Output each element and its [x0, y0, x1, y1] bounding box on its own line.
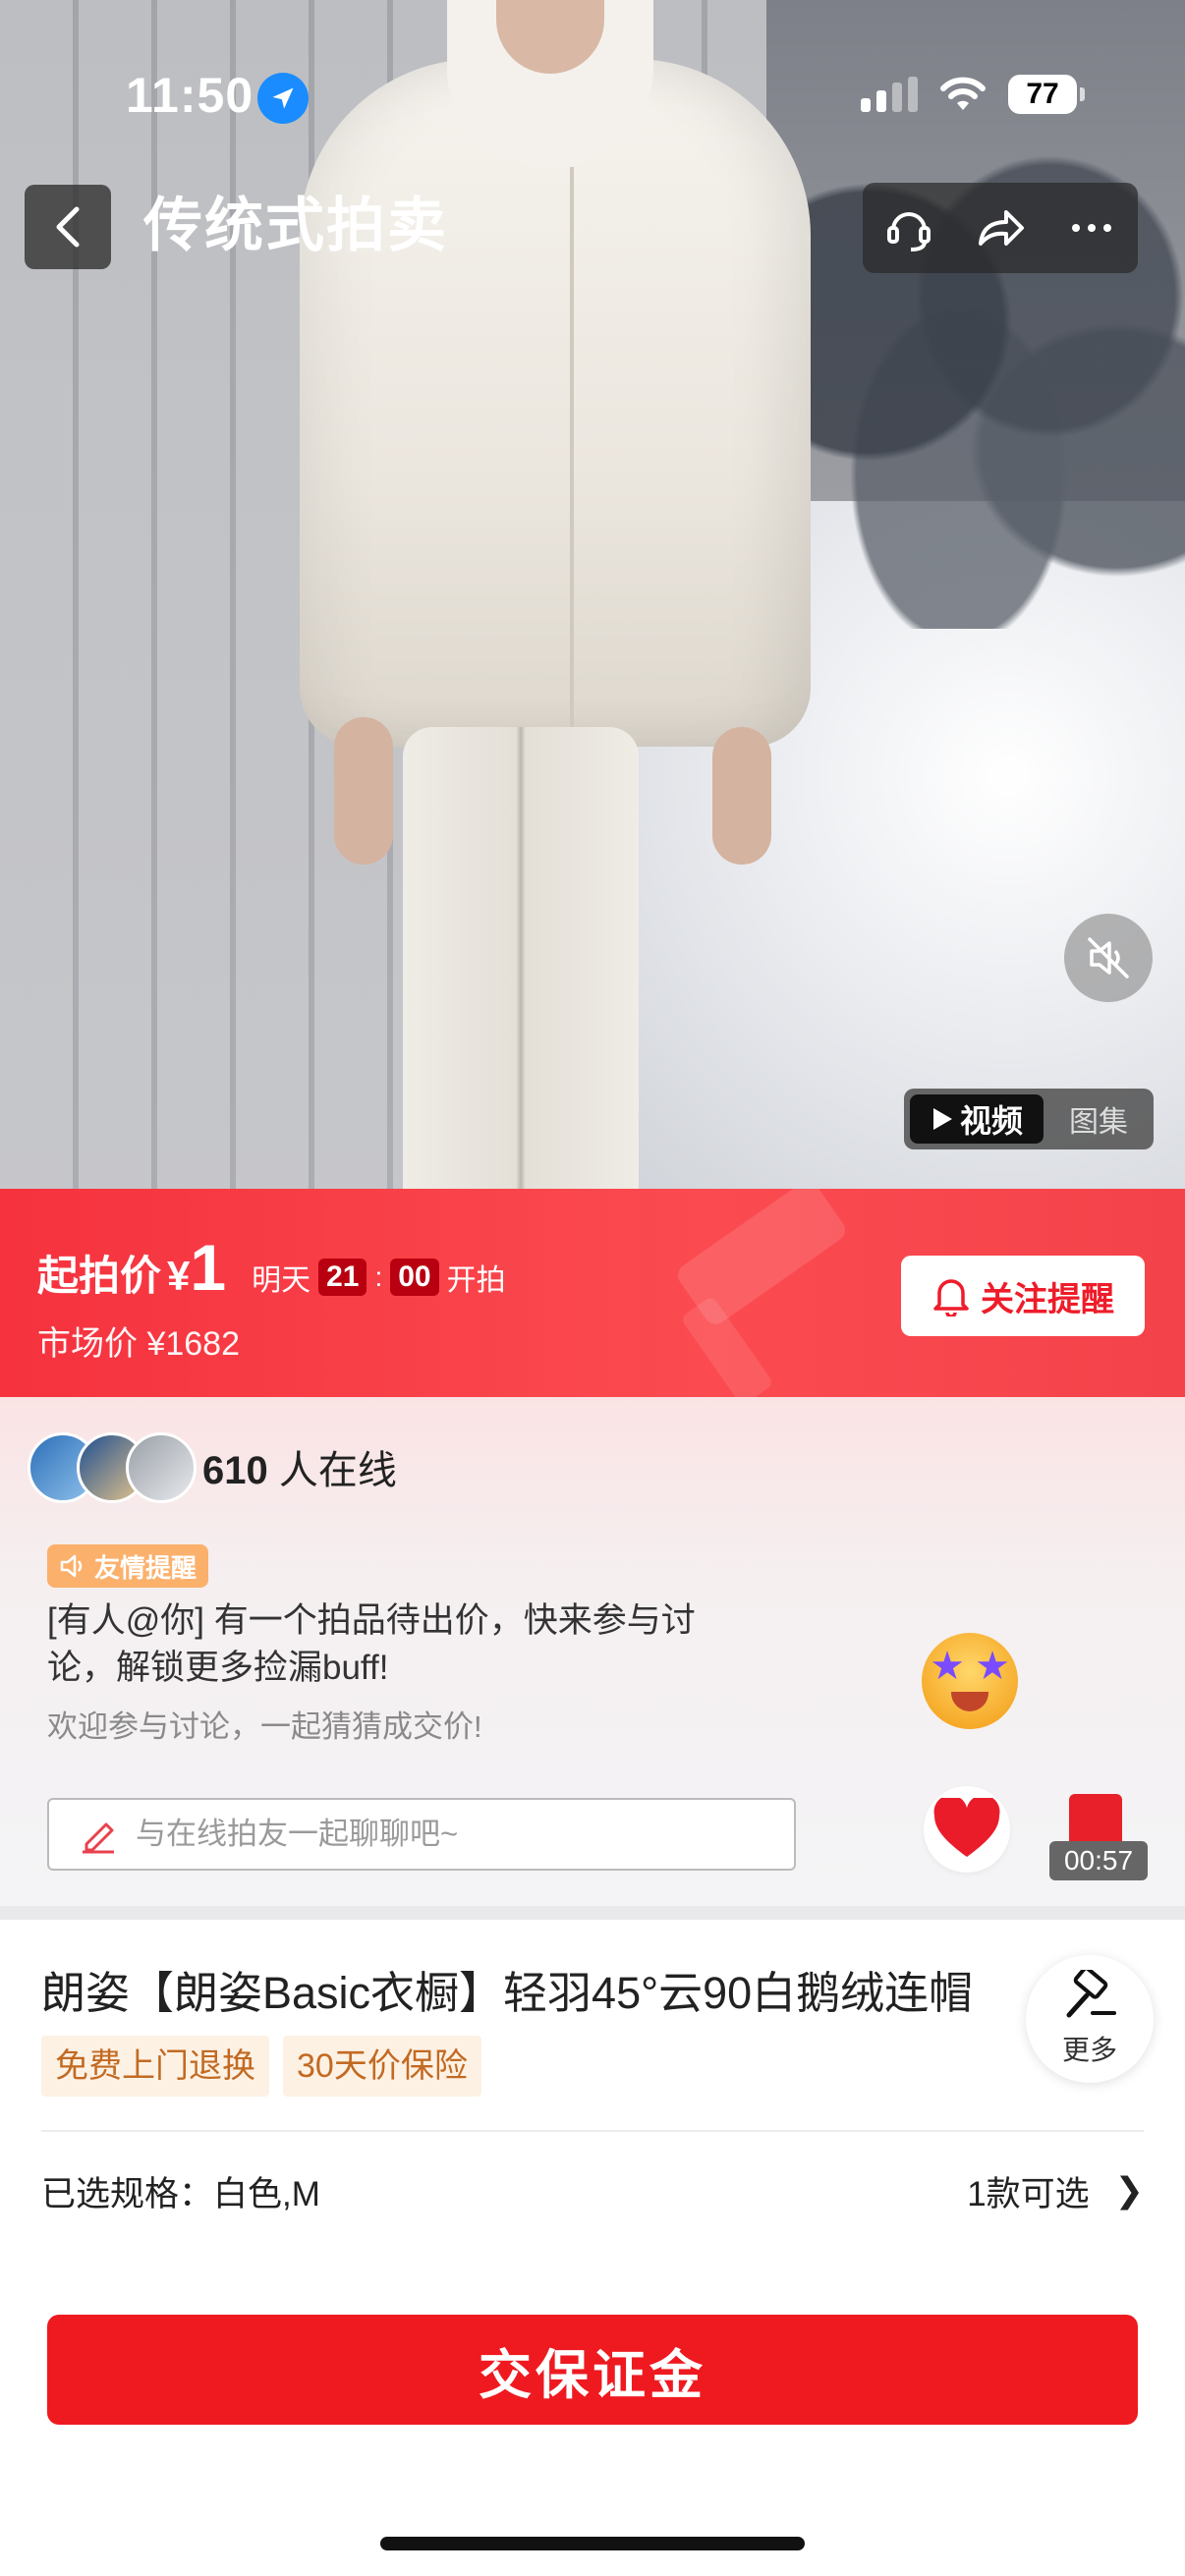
battery-indicator: 77	[1008, 75, 1085, 114]
status-indicators: 77	[861, 75, 1085, 114]
red-packet-timer: 00:57	[1049, 1841, 1148, 1880]
chevron-right-icon: ❯	[1114, 2171, 1144, 2210]
start-day: 明天	[252, 1264, 311, 1297]
customer-service-icon[interactable]	[881, 200, 936, 255]
location-arrow-icon	[257, 73, 309, 124]
online-count-number: 610	[202, 1449, 268, 1492]
section-divider	[0, 1906, 1185, 1920]
back-button[interactable]	[25, 185, 111, 269]
page-title: 传统式拍卖	[143, 193, 448, 258]
spec-options: 1款可选 ❯	[967, 2166, 1144, 2216]
mute-toggle-button[interactable]	[1064, 914, 1153, 1002]
gavel-icon	[1066, 1970, 1116, 2018]
follow-reminder-label: 关注提醒	[981, 1280, 1114, 1318]
start-suffix: 开拍	[446, 1264, 506, 1297]
pay-deposit-button[interactable]: 交保证金	[47, 2315, 1138, 2425]
tab-video[interactable]: 视频	[910, 1094, 1044, 1144]
star-eye-right: ★	[975, 1645, 1010, 1688]
market-price: 市场价 ¥1682	[37, 1325, 240, 1363]
red-packet-button[interactable]: 00:57	[1049, 1786, 1148, 1880]
pencil-icon	[83, 1822, 114, 1854]
reminder-message: [有人@你] 有一个拍品待出价，快来参与讨论，解锁更多捡漏buff!	[47, 1601, 696, 1687]
chevron-left-icon	[56, 206, 80, 248]
star-eyes-emoji-icon[interactable]: ★ ★	[922, 1633, 1018, 1729]
spec-selector[interactable]: 已选规格：白色,M 1款可选 ❯	[41, 2161, 1144, 2220]
product-title: 朗姿【朗姿Basic衣橱】轻羽45°云90白鹅绒连帽	[41, 1968, 974, 2018]
online-user-avatars[interactable]	[28, 1432, 197, 1503]
chat-input-field[interactable]	[47, 1798, 796, 1871]
nav-actions	[863, 183, 1138, 273]
product-media-hero[interactable]: 11:50 77 传统式拍卖 视频 图集	[0, 0, 1185, 1189]
selected-spec: 已选规格：白色,M	[41, 2174, 320, 2213]
live-discussion-section: 610 人在线 友情提醒 [有人@你] 有一个拍品待出价，快来参与讨论，解锁更多…	[0, 1397, 1185, 1906]
more-label: 更多	[1061, 2035, 1117, 2065]
status-time: 11:50	[126, 68, 254, 123]
star-eye-left: ★	[930, 1645, 965, 1688]
speaker-icon	[60, 1554, 83, 1578]
media-toggle: 视频 图集	[904, 1089, 1154, 1149]
play-icon	[932, 1108, 952, 1130]
wifi-icon	[940, 77, 986, 110]
model-legs	[403, 727, 639, 1189]
divider-line	[41, 2130, 1144, 2132]
heart-icon	[933, 1798, 1000, 1857]
avatar	[126, 1432, 197, 1503]
currency-symbol: ¥	[167, 1253, 191, 1299]
bell-icon	[933, 1279, 969, 1316]
emoji-mouth	[951, 1692, 988, 1711]
start-price: 起拍价 ¥ 1 明天 21 : 00 开拍	[37, 1230, 506, 1305]
service-tag[interactable]: 免费上门退换	[41, 2036, 269, 2097]
share-icon[interactable]	[973, 200, 1028, 255]
reminder-subtext: 欢迎参与讨论，一起猜猜成交价!	[47, 1709, 482, 1744]
home-indicator[interactable]	[380, 2537, 805, 2550]
chat-input[interactable]	[134, 1816, 747, 1853]
service-tag[interactable]: 30天价保险	[283, 2036, 481, 2097]
auction-start-time: 明天 21 : 00 开拍	[252, 1256, 506, 1299]
speaker-muted-icon	[1088, 937, 1129, 979]
cellular-signal-icon	[861, 77, 918, 112]
model-hand-left	[334, 717, 393, 865]
more-auctions-button[interactable]: 更多	[1026, 1955, 1154, 2083]
more-options-icon[interactable]	[1064, 200, 1119, 255]
start-price-label: 起拍价	[37, 1253, 162, 1299]
follow-reminder-button[interactable]: 关注提醒	[901, 1256, 1145, 1336]
like-button[interactable]	[924, 1786, 1010, 1873]
spec-options-count: 1款可选	[967, 2174, 1090, 2213]
time-colon: :	[374, 1261, 383, 1292]
start-minute: 00	[390, 1259, 439, 1296]
online-count: 610 人在线	[202, 1438, 397, 1495]
coat-zipper	[570, 167, 574, 737]
auction-price-bar: 起拍价 ¥ 1 明天 21 : 00 开拍 市场价 ¥1682 关注提醒	[0, 1189, 1185, 1397]
start-price-value: 1	[190, 1231, 227, 1304]
tab-gallery[interactable]: 图集	[1044, 1097, 1154, 1141]
tab-video-label: 视频	[959, 1103, 1023, 1139]
start-hour: 21	[318, 1259, 367, 1296]
friendly-reminder-badge: 友情提醒	[47, 1544, 209, 1588]
model-hand-right	[712, 727, 771, 865]
friendly-reminder-label: 友情提醒	[94, 1552, 198, 1583]
online-count-suffix: 人在线	[278, 1449, 397, 1492]
service-tags: 免费上门退换 30天价保险	[41, 2036, 481, 2097]
